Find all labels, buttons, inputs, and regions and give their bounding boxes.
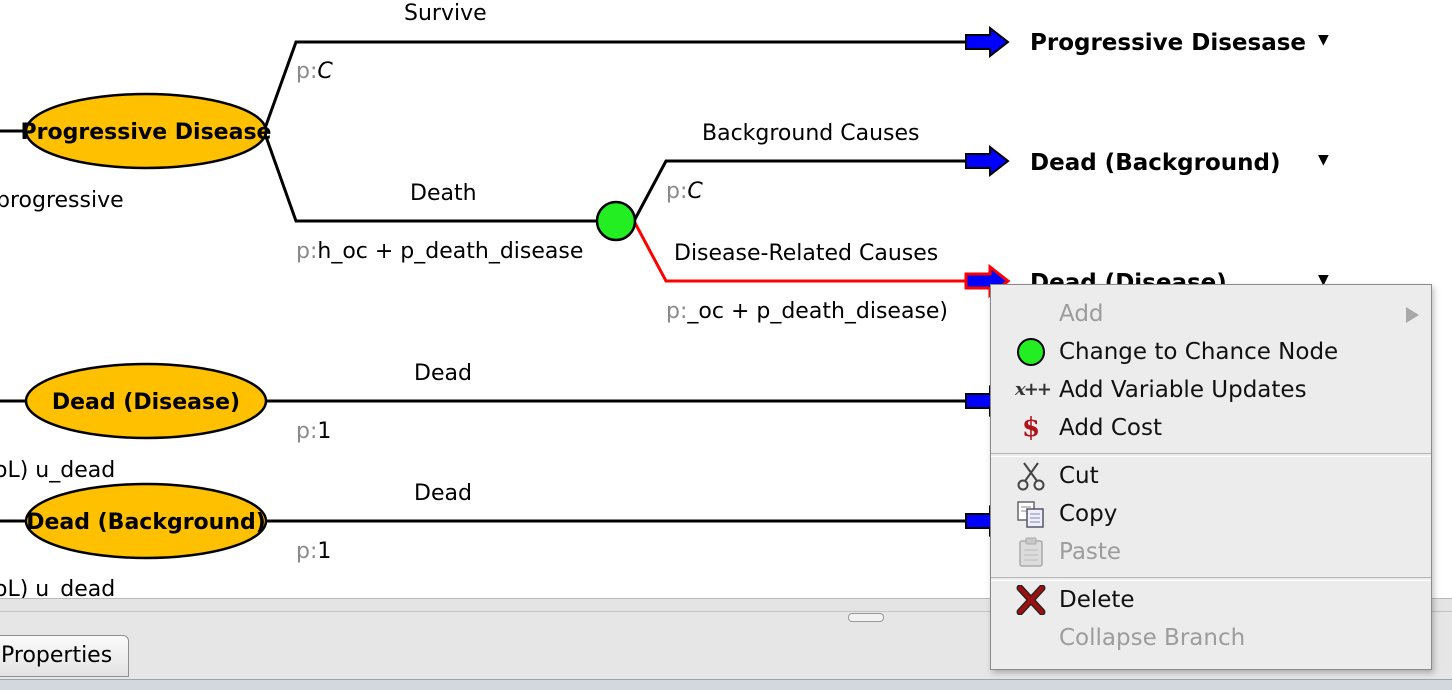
prob-value: C bbox=[687, 179, 703, 204]
prob-prefix: p: bbox=[296, 539, 318, 564]
branch-label-background-causes[interactable]: Background Causes bbox=[702, 123, 920, 145]
branch-label-survive[interactable]: Survive bbox=[404, 3, 487, 25]
variable-update-icon: x++ bbox=[1015, 379, 1052, 400]
terminal-label-progressive[interactable]: Progressive Disesase bbox=[1030, 32, 1306, 55]
prob-dead-background[interactable]: p:1 bbox=[296, 541, 331, 563]
prob-background[interactable]: p:C bbox=[666, 181, 703, 203]
chance-node[interactable] bbox=[595, 200, 637, 242]
prob-value: _oc + p_death_disease) bbox=[687, 299, 949, 324]
menu-item-change-to-chance-node[interactable]: Change to Chance Node bbox=[991, 333, 1431, 371]
prob-prefix: p: bbox=[296, 239, 318, 264]
state-node-dead-background[interactable]: Dead (Background) bbox=[24, 482, 268, 560]
state-node-dead-disease[interactable]: Dead (Disease) bbox=[24, 362, 268, 440]
left-label-utility-dead-background: oL) u_dead bbox=[0, 577, 116, 599]
prob-value: 1 bbox=[317, 539, 332, 564]
terminal-label-dead-background[interactable]: Dead (Background) bbox=[1030, 152, 1281, 175]
branch-death[interactable] bbox=[262, 130, 600, 223]
menu-item-label: Add Cost bbox=[1059, 415, 1162, 441]
menu-item-label: Paste bbox=[1059, 539, 1122, 565]
state-node-progressive-label: Progressive Disease bbox=[21, 120, 272, 145]
prob-dead-disease[interactable]: p:1 bbox=[296, 421, 331, 443]
submenu-arrow-icon bbox=[1406, 307, 1419, 323]
menu-item-add-variable-updates[interactable]: x++ Add Variable Updates bbox=[991, 371, 1431, 409]
splitter-grip-icon[interactable] bbox=[848, 613, 884, 622]
menu-item-paste[interactable]: Paste bbox=[991, 533, 1431, 571]
branch-survive[interactable] bbox=[262, 40, 968, 132]
menu-item-cut[interactable]: Cut bbox=[991, 457, 1431, 495]
state-node-dead-disease-label: Dead (Disease) bbox=[52, 390, 240, 415]
prob-death[interactable]: p:h_oc + p_death_disease bbox=[296, 241, 583, 263]
dropdown-caret-icon[interactable]: ▼ bbox=[1318, 32, 1329, 48]
prob-survive[interactable]: p:C bbox=[296, 61, 333, 83]
menu-item-label: Add bbox=[1059, 301, 1104, 327]
prob-prefix: p: bbox=[666, 179, 688, 204]
menu-item-label: Copy bbox=[1059, 501, 1118, 527]
context-menu: Add Change to Chance Node x++ Add Variab… bbox=[990, 284, 1432, 670]
prob-value: C bbox=[317, 59, 333, 84]
menu-item-label: Collapse Branch bbox=[1059, 625, 1246, 651]
left-label-progressive: progressive bbox=[0, 188, 124, 213]
tab-properties[interactable]: Properties bbox=[0, 635, 130, 677]
menu-item-label: Delete bbox=[1059, 587, 1135, 613]
state-node-dead-background-label: Dead (Background) bbox=[26, 510, 266, 535]
menu-item-add-cost[interactable]: $ Add Cost bbox=[991, 409, 1431, 447]
state-node-progressive[interactable]: Progressive Disease bbox=[21, 92, 272, 170]
menu-item-label: Change to Chance Node bbox=[1059, 339, 1339, 365]
menu-item-label: Add Variable Updates bbox=[1059, 377, 1307, 403]
copy-icon bbox=[1015, 499, 1047, 529]
menu-item-copy[interactable]: Copy bbox=[991, 495, 1431, 533]
chance-node-icon bbox=[1015, 337, 1047, 367]
delete-x-icon bbox=[1015, 584, 1047, 616]
terminal-arrow-icon[interactable] bbox=[965, 144, 1010, 178]
prob-disease-related[interactable]: p:_oc + p_death_disease) bbox=[666, 301, 948, 323]
branch-label-dead-background[interactable]: Dead bbox=[414, 483, 472, 505]
prob-value: 1 bbox=[317, 419, 332, 444]
menu-item-collapse-branch[interactable]: Collapse Branch bbox=[991, 619, 1431, 657]
prob-prefix: p: bbox=[296, 419, 318, 444]
prob-prefix: p: bbox=[666, 299, 688, 324]
menu-item-delete[interactable]: Delete bbox=[991, 581, 1431, 619]
terminal-arrow-icon[interactable] bbox=[965, 25, 1010, 59]
branch-label-death[interactable]: Death bbox=[410, 183, 477, 205]
dropdown-caret-icon[interactable]: ▼ bbox=[1318, 152, 1329, 168]
branch-label-disease-related[interactable]: Disease-Related Causes bbox=[674, 243, 938, 265]
menu-item-add[interactable]: Add bbox=[991, 295, 1431, 333]
branch-label-dead-disease[interactable]: Dead bbox=[414, 363, 472, 385]
status-strip bbox=[0, 679, 1452, 690]
left-label-utility-dead-disease: oL) u_dead bbox=[0, 458, 116, 483]
prob-prefix: p: bbox=[296, 59, 318, 84]
prob-value: h_oc + p_death_disease bbox=[317, 239, 584, 264]
dollar-icon: $ bbox=[1021, 413, 1041, 443]
scissors-icon bbox=[1015, 461, 1047, 491]
menu-item-label: Cut bbox=[1059, 463, 1099, 489]
clipboard-icon bbox=[1015, 537, 1047, 567]
